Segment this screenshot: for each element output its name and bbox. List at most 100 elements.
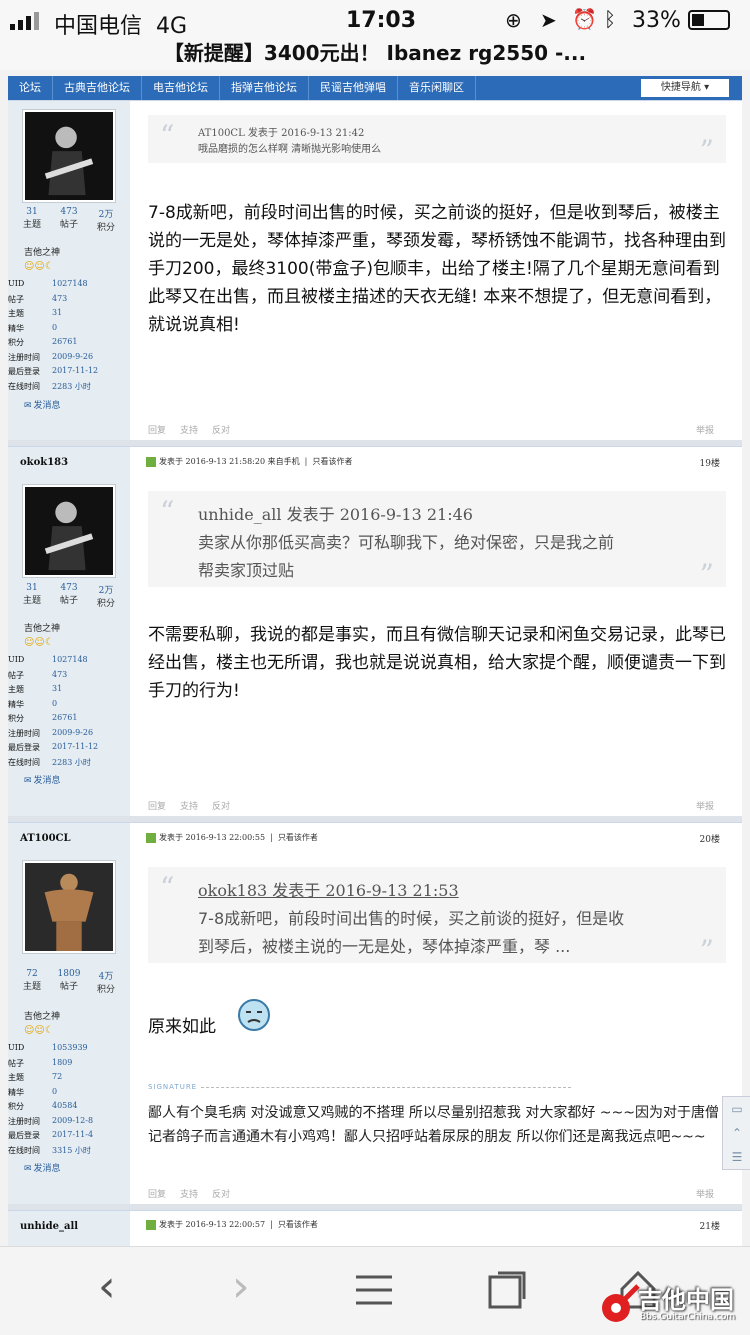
reply-button[interactable]: 回复 <box>148 1190 166 1200</box>
reply-button[interactable]: 回复 <box>148 426 166 436</box>
report-button[interactable]: 举报 <box>696 423 714 436</box>
signature-label: SIGNATURE <box>148 1083 198 1091</box>
nav-item-fingerstyle[interactable]: 指弹吉他论坛 <box>220 76 309 100</box>
comment-icon[interactable]: ▭ <box>723 1097 750 1121</box>
report-button[interactable]: 举报 <box>696 799 714 812</box>
oppose-button[interactable]: 反对 <box>212 1190 230 1200</box>
bluetooth-icon: ᛒ <box>604 7 616 31</box>
info-value[interactable]: 473 <box>52 670 67 679</box>
stat-posts-value[interactable]: 473 <box>51 207 87 217</box>
info-key: 在线时间 <box>8 381 40 391</box>
status-bar: 中国电信 4G 17:03 ⊕ ➤ ⏰ ᛒ 33% <box>0 0 750 42</box>
nav-item-chat[interactable]: 音乐闲聊区 <box>398 76 476 100</box>
menu-icon[interactable] <box>354 1273 394 1307</box>
info-value[interactable]: 0 <box>52 323 57 332</box>
only-author-link[interactable]: 只看该作者 <box>312 457 352 466</box>
info-value[interactable]: 31 <box>52 684 62 693</box>
info-value[interactable]: 31 <box>52 308 62 317</box>
reply-button[interactable]: 回复 <box>148 802 166 812</box>
floor-number[interactable]: 21楼 <box>700 1219 720 1232</box>
support-button[interactable]: 支持 <box>180 802 198 812</box>
quote-author[interactable]: unhide_all 发表于 2016-9-13 21:46 <box>198 501 473 525</box>
info-key: 主题 <box>8 685 24 694</box>
send-message-link[interactable]: 发消息 <box>24 773 61 786</box>
stat-topics-label: 主题 <box>22 596 41 606</box>
username[interactable]: unhide_all <box>20 1221 78 1232</box>
report-button[interactable]: 举报 <box>696 1187 714 1200</box>
floor-number[interactable]: 20楼 <box>700 832 720 845</box>
info-value[interactable]: 0 <box>52 699 57 708</box>
oppose-button[interactable]: 反对 <box>212 426 230 436</box>
post-header: 发表于 2016-9-13 22:00:57 | 只看该作者 <box>146 1217 318 1233</box>
floor-number[interactable]: 19楼 <box>700 456 720 469</box>
guitar-logo-icon <box>602 1284 640 1322</box>
quote-text-line-1: 卖家从你那低买高卖？可私聊我下，绝对保密，只是我之前 <box>198 533 615 552</box>
nav-item-electric[interactable]: 电吉他论坛 <box>142 76 220 100</box>
info-value[interactable]: 473 <box>52 294 67 303</box>
signature-divider <box>201 1087 571 1088</box>
quote-author[interactable]: okok183 发表于 2016-9-13 21:53 <box>198 877 459 901</box>
quote-text-line-1: 7-8成新吧，前段时间出售的时候，买之前谈的挺好，但是收 <box>198 909 625 928</box>
user-info: UID 1053939 帖子 1809 主题 72 精华 0 积分 40584 注册时间 2… <box>8 1043 130 1159</box>
stat-topics-label: 主题 <box>22 220 41 230</box>
forward-arrow-icon[interactable]: › <box>232 1261 250 1312</box>
back-arrow-icon[interactable]: ‹ <box>98 1261 116 1312</box>
post-19: okok183 31 主题 473 帖子 2万 积分 吉他之神 ☺☺☾ UID 1027… <box>8 446 742 817</box>
quote-block: “ unhide_all 发表于 2016-9-13 21:46 卖家从你那低买… <box>148 491 726 591</box>
info-value: 2283 小时 <box>52 381 91 391</box>
info-value: 2017-11-12 <box>52 366 99 375</box>
info-value[interactable]: 1027148 <box>52 279 88 288</box>
info-value[interactable]: 1809 <box>52 1058 72 1067</box>
send-message-link[interactable]: 发消息 <box>24 398 61 411</box>
info-key: 积分 <box>8 714 24 723</box>
stat-points-value[interactable]: 2万 <box>88 583 124 596</box>
nav-item-folk[interactable]: 民谣吉他弹唱 <box>309 76 398 100</box>
list-icon[interactable]: ☰ <box>723 1145 750 1169</box>
stat-topics-value[interactable]: 72 <box>14 969 50 979</box>
support-button[interactable]: 支持 <box>180 1190 198 1200</box>
info-value[interactable]: 72 <box>52 1072 62 1081</box>
oppose-button[interactable]: 反对 <box>212 802 230 812</box>
only-author-link[interactable]: 只看该作者 <box>278 1220 318 1229</box>
info-value: 3315 小时 <box>52 1145 91 1155</box>
avatar[interactable] <box>22 109 116 203</box>
username[interactable]: AT100CL <box>20 833 71 844</box>
send-message-link[interactable]: 发消息 <box>24 1161 61 1174</box>
stat-topics-value[interactable]: 31 <box>14 583 50 593</box>
tabs-icon[interactable] <box>488 1271 526 1309</box>
stat-posts-label: 帖子 <box>59 982 78 992</box>
stat-points-value[interactable]: 2万 <box>88 207 124 220</box>
info-value[interactable]: 26761 <box>52 337 77 346</box>
stat-points-label: 积分 <box>96 985 115 995</box>
post-icon <box>146 833 156 843</box>
quick-nav-button[interactable]: 快捷导航 ▾ <box>641 79 729 97</box>
username[interactable]: okok183 <box>20 457 68 468</box>
watermark-brand: 吉他中国 <box>638 1286 734 1314</box>
avatar[interactable] <box>22 484 116 578</box>
only-author-link[interactable]: 只看该作者 <box>278 833 318 842</box>
stat-posts-value[interactable]: 1809 <box>51 969 87 979</box>
info-key: UID <box>8 279 25 288</box>
quote-close-icon: ” <box>699 558 714 591</box>
back-to-top-icon[interactable]: ⌃ <box>723 1121 750 1145</box>
stat-posts-value[interactable]: 473 <box>51 583 87 593</box>
stat-points-value[interactable]: 4万 <box>88 969 124 982</box>
info-key: UID <box>8 655 25 664</box>
quote-text-line-2: 到琴后，被楼主说的一无是处，琴体掉漆严重，琴 ... <box>198 937 571 956</box>
info-value[interactable]: 1027148 <box>52 655 88 664</box>
info-value[interactable]: 1053939 <box>52 1043 88 1052</box>
info-key: 帖子 <box>8 294 24 304</box>
stat-posts-label: 帖子 <box>59 220 78 230</box>
post-content: 7-8成新吧，前段时间出售的时候，买之前谈的挺好，但是收到琴后，被楼主说的一无是… <box>148 203 726 335</box>
location-icon: ➤ <box>540 8 557 32</box>
nav-item-forum[interactable]: 论坛 <box>8 76 53 100</box>
support-button[interactable]: 支持 <box>180 426 198 436</box>
quote-author[interactable]: AT100CL 发表于 2016-9-13 21:42 <box>198 124 364 139</box>
info-value[interactable]: 40584 <box>52 1101 77 1110</box>
nav-item-classical[interactable]: 古典吉他论坛 <box>53 76 142 100</box>
stat-posts-label: 帖子 <box>59 596 78 606</box>
avatar[interactable] <box>22 860 116 954</box>
info-value[interactable]: 0 <box>52 1087 57 1096</box>
info-value[interactable]: 26761 <box>52 713 77 722</box>
stat-topics-value[interactable]: 31 <box>14 207 50 217</box>
